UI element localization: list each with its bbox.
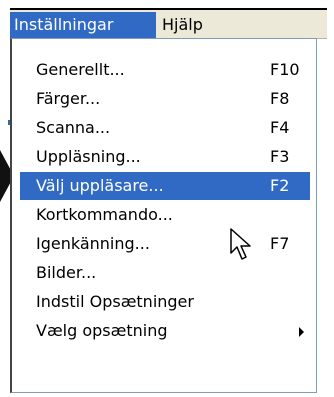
menu-item-kortkommando[interactable]: Kortkommando... (20, 201, 310, 229)
menu-item-shortcut: F8 (270, 89, 290, 108)
menu-item-label: Bilder... (36, 263, 97, 282)
menu-item-generellt[interactable]: Generellt... F10 (20, 56, 310, 84)
menu-item-shortcut: F10 (270, 60, 300, 79)
menu-item-label: Vælg opsætning (36, 321, 168, 340)
menu-item-shortcut: F3 (270, 147, 290, 166)
pointer-cursor-icon (230, 228, 251, 260)
menu-bar: Inställningar Hjälp (10, 8, 327, 39)
menu-item-scanna[interactable]: Scanna... F4 (20, 114, 310, 142)
menu-hjalp[interactable]: Hjälp (158, 12, 207, 38)
submenu-arrow-icon (299, 327, 304, 337)
settings-dropdown: Generellt... F10 Färger... F8 Scanna... … (10, 38, 317, 393)
menu-item-label: Uppläsning... (36, 147, 141, 166)
menu-item-farger[interactable]: Färger... F8 (20, 85, 310, 113)
menu-item-indstil-opsaetninger[interactable]: Indstil Opsætninger (20, 288, 310, 316)
menu-item-upplasning[interactable]: Uppläsning... F3 (20, 143, 310, 171)
menu-item-valj-upplasare[interactable]: Välj uppläsare... F2 (20, 172, 310, 200)
menu-item-shortcut: F4 (270, 118, 290, 137)
menu-installningar[interactable]: Inställningar (10, 12, 156, 38)
menu-item-label: Igenkänning... (36, 234, 150, 253)
menu-item-label: Scanna... (36, 118, 111, 137)
menu-item-label: Kortkommando... (36, 205, 173, 224)
menu-item-label: Generellt... (36, 60, 125, 79)
menu-item-bilder[interactable]: Bilder... (20, 259, 310, 287)
menu-item-shortcut: F7 (270, 234, 290, 253)
menu-item-vaelg-opsaetning[interactable]: Vælg opsætning (20, 317, 310, 345)
menu-item-shortcut: F2 (270, 176, 290, 195)
menu-item-igenkanning[interactable]: Igenkänning... F7 (20, 230, 310, 258)
menu-item-label: Välj uppläsare... (36, 176, 164, 195)
menu-item-label: Indstil Opsætninger (36, 292, 194, 311)
menu-item-label: Färger... (36, 89, 101, 108)
